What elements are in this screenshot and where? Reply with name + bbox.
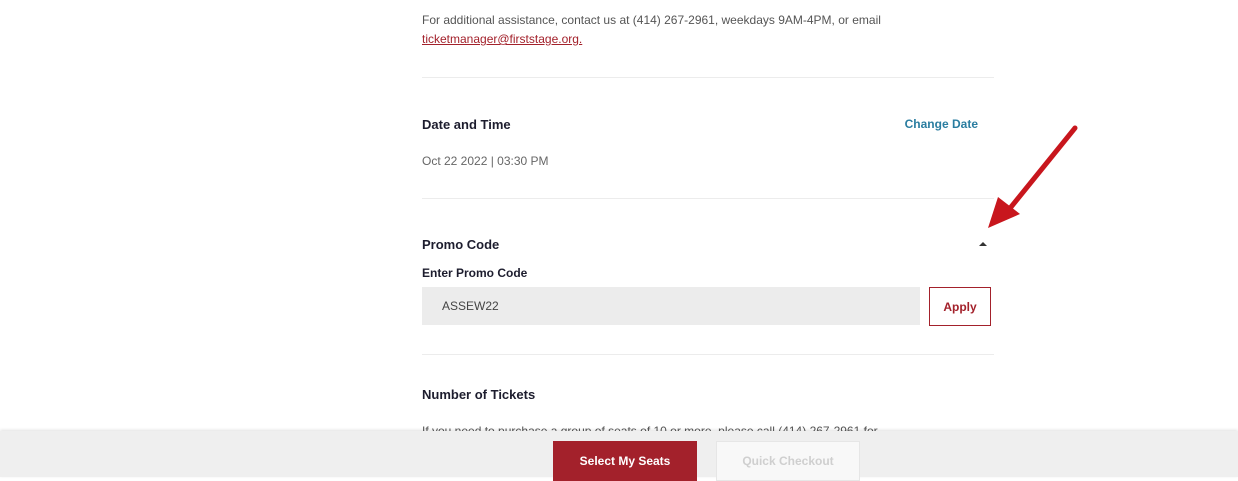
date-time-title: Date and Time	[422, 117, 511, 132]
assistance-text: For additional assistance, contact us at…	[422, 11, 982, 49]
divider	[422, 198, 994, 199]
collapse-caret-icon[interactable]	[979, 242, 987, 246]
promo-code-input[interactable]	[422, 287, 920, 325]
quick-checkout-button[interactable]: Quick Checkout	[716, 441, 860, 481]
selected-date-value: Oct 22 2022 | 03:30 PM	[422, 154, 549, 168]
assistance-message: For additional assistance, contact us at…	[422, 13, 881, 27]
number-of-tickets-title: Number of Tickets	[422, 387, 536, 402]
ticket-manager-email-link[interactable]: ticketmanager@firststage.org.	[422, 32, 582, 46]
apply-promo-button[interactable]: Apply	[929, 287, 991, 326]
divider	[422, 77, 994, 78]
select-my-seats-button[interactable]: Select My Seats	[553, 441, 697, 481]
change-date-button[interactable]: Change Date	[905, 117, 978, 131]
promo-code-label: Enter Promo Code	[422, 266, 528, 280]
divider	[422, 354, 994, 355]
promo-code-title: Promo Code	[422, 237, 500, 252]
annotation-arrow-icon	[988, 125, 1078, 228]
